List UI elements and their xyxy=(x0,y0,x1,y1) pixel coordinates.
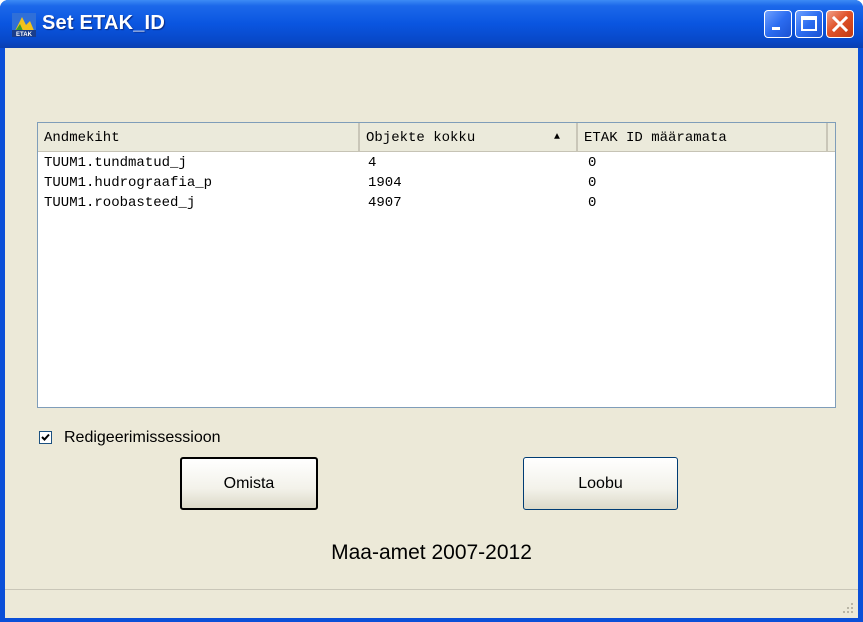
cell-unassigned: 0 xyxy=(588,155,597,171)
checkmark-icon xyxy=(41,433,50,441)
cell-total: 4907 xyxy=(368,195,402,211)
column-header-label: Objekte kokku xyxy=(366,130,476,146)
etak-app-icon: ETAK xyxy=(12,13,36,37)
title-bar[interactable]: ETAK Set ETAK_ID xyxy=(0,0,863,48)
dialog-window: ETAK Set ETAK_ID Andmekiht Objekte kokku… xyxy=(0,0,863,622)
window-title: Set ETAK_ID xyxy=(42,12,165,34)
column-header-total[interactable]: Objekte kokku ▲ xyxy=(360,123,578,151)
column-header-layer[interactable]: Andmekiht xyxy=(38,123,360,151)
cell-layer: TUUM1.roobasteed_j xyxy=(44,195,196,211)
cell-layer: TUUM1.hudrograafia_p xyxy=(44,175,213,191)
edit-session-label: Redigeerimissessioon xyxy=(64,429,221,446)
cell-layer: TUUM1.tundmatud_j xyxy=(44,155,187,171)
assign-button[interactable]: Omista xyxy=(180,457,318,510)
layer-list[interactable]: Andmekiht Objekte kokku ▲ ETAK ID määram… xyxy=(37,122,836,408)
maximize-button[interactable] xyxy=(795,10,823,38)
cell-unassigned: 0 xyxy=(588,195,597,211)
cell-unassigned: 0 xyxy=(588,175,597,191)
table-row[interactable]: TUUM1.roobasteed_j 4907 0 xyxy=(38,193,835,213)
column-header-label: ETAK ID määramata xyxy=(584,130,727,146)
cell-total: 4 xyxy=(368,155,377,171)
column-header-label: Andmekiht xyxy=(44,130,120,146)
resize-grip-icon[interactable] xyxy=(842,602,854,614)
table-row[interactable]: TUUM1.tundmatud_j 4 0 xyxy=(38,153,835,173)
minimize-button[interactable] xyxy=(764,10,792,38)
sort-ascending-icon: ▲ xyxy=(553,132,560,143)
close-button[interactable] xyxy=(826,10,854,38)
status-bar xyxy=(5,589,858,618)
column-header-unassigned[interactable]: ETAK ID määramata xyxy=(578,123,828,151)
list-header: Andmekiht Objekte kokku ▲ ETAK ID määram… xyxy=(38,123,835,152)
edit-session-checkbox[interactable] xyxy=(39,431,52,444)
close-icon xyxy=(831,15,849,33)
maximize-icon xyxy=(801,16,817,31)
cell-total: 1904 xyxy=(368,175,402,191)
minimize-icon xyxy=(772,27,780,30)
table-row[interactable]: TUUM1.hudrograafia_p 1904 0 xyxy=(38,173,835,193)
cancel-button[interactable]: Loobu xyxy=(523,457,678,510)
svg-text:ETAK: ETAK xyxy=(16,32,33,37)
copyright-text: Maa-amet 2007-2012 xyxy=(331,541,532,564)
dialog-client-area: Andmekiht Objekte kokku ▲ ETAK ID määram… xyxy=(5,48,858,618)
